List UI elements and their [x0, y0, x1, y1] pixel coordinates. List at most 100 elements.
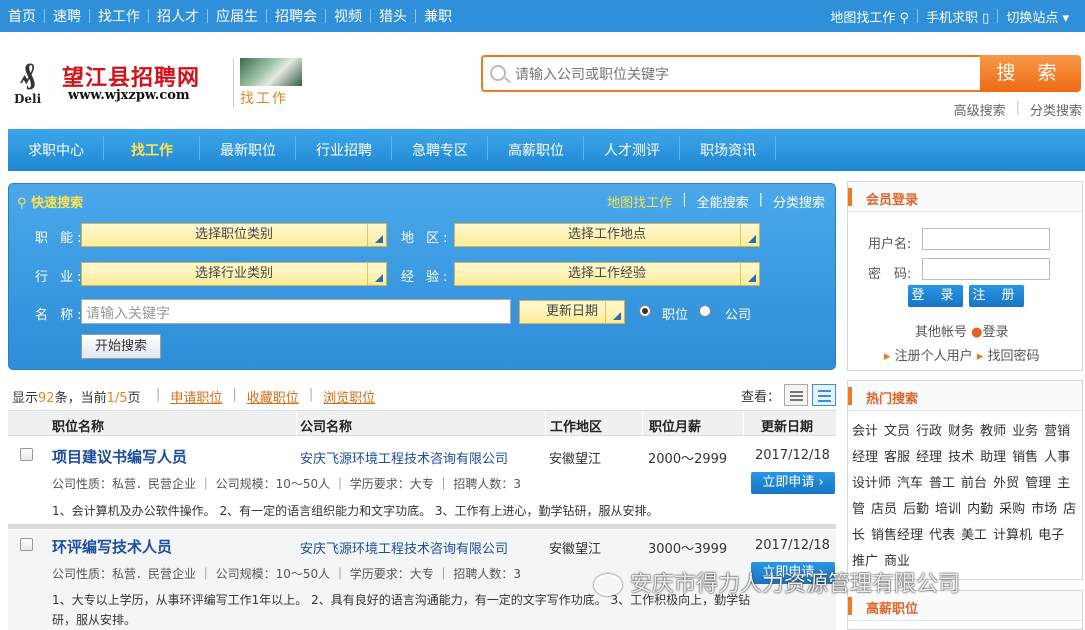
hot-word[interactable]: 店员 [871, 502, 897, 517]
hot-word[interactable]: 前台 [961, 476, 987, 491]
hot-words: 会计 文员 行政 财务 教师 业务 营销经理 客服 经理 技术 助理 销售 人事设计师 汽车 普工 前台 外贸管… [852, 419, 1080, 575]
hot-word[interactable]: 会计 [852, 424, 878, 439]
hot-word[interactable]: 设计师 [852, 476, 891, 491]
site-logo[interactable]: ₰ Deli 望江县招聘网 www.wjxzpw.com [14, 56, 234, 108]
nav-urgent[interactable]: 急聘专区 [392, 136, 488, 160]
register-personal-link[interactable]: 注册个人用户 [895, 349, 973, 364]
hot-word[interactable]: 经理 [852, 450, 878, 465]
browse-jobs-link[interactable]: 浏览职位 [323, 387, 375, 406]
start-search-button[interactable]: 开始搜索 [81, 334, 161, 359]
hot-word[interactable]: 普工 [929, 476, 955, 491]
hot-word[interactable]: 外贸 [993, 476, 1019, 491]
hot-word[interactable]: 内勤 [967, 502, 993, 517]
password-input[interactable] [922, 258, 1050, 280]
nav-find-job[interactable]: 找工作 [104, 136, 200, 160]
keyword-input[interactable]: 请输入关键字 [81, 299, 511, 324]
job-checkbox[interactable] [20, 538, 33, 551]
hot-word[interactable]: 代表 [929, 528, 955, 543]
area-select[interactable]: 选择工作地点 [454, 223, 760, 247]
hot-word[interactable]: 财务 [948, 424, 974, 439]
job-checkbox[interactable] [20, 448, 33, 461]
switch-site-label: 切换站点 [1006, 10, 1059, 26]
register-button[interactable]: 注 册 [969, 285, 1024, 307]
hot-word[interactable]: 后勤 [903, 502, 929, 517]
hot-word[interactable]: 文员 [884, 424, 910, 439]
nav-high-salary[interactable]: 高薪职位 [488, 136, 584, 160]
top-nav-recruit[interactable]: 招人才 [149, 6, 207, 26]
job-title-link[interactable]: 项目建议书编写人员 [52, 446, 187, 467]
top-nav-part-time[interactable]: 兼职 [416, 6, 460, 26]
hot-word[interactable]: 培训 [935, 502, 961, 517]
divider [545, 411, 546, 435]
top-nav-headhunter[interactable]: 猎头 [371, 6, 415, 26]
recover-password-link[interactable]: 找回密码 [988, 349, 1040, 364]
hot-word[interactable]: 市场 [1031, 502, 1057, 517]
top-nav-video[interactable]: 视频 [326, 6, 370, 26]
nav-latest-jobs[interactable]: 最新职位 [200, 136, 296, 160]
experience-select[interactable]: 选择工作经验 [454, 262, 760, 286]
nav-industry[interactable]: 行业招聘 [296, 136, 392, 160]
hot-word[interactable]: 教师 [980, 424, 1006, 439]
category-search-link[interactable]: 分类搜索 [773, 192, 825, 211]
hot-word[interactable]: 电子 [1038, 528, 1064, 543]
job-meta: 公司性质：私营．民营企业 ｜ 公司规模：10～50人 ｜ 学历要求：大专 ｜ 招… [52, 567, 522, 581]
job-meta: 公司性质：私营．民营企业 ｜ 公司规模：10～50人 ｜ 学历要求：大专 ｜ 招… [52, 477, 522, 491]
radio-job[interactable] [639, 305, 651, 317]
industry-select-value: 选择行业类别 [194, 266, 273, 281]
panel-title: 高薪职位 [866, 602, 919, 617]
top-nav-quick-hire[interactable]: 速聘 [45, 6, 89, 26]
hot-word[interactable]: 人事 [1044, 450, 1070, 465]
hot-word[interactable]: 计算机 [993, 528, 1032, 543]
top-nav-graduates[interactable]: 应届生 [208, 6, 266, 26]
switch-site-link[interactable]: 切换站点 ▾ [998, 7, 1077, 26]
divider [233, 58, 234, 108]
hot-word[interactable]: 技术 [948, 450, 974, 465]
nav-assessment[interactable]: 人才测评 [584, 136, 680, 160]
chevron-down-icon: ▾ [1062, 10, 1069, 26]
search-button[interactable]: 搜 索 [980, 55, 1081, 92]
list-view-icon[interactable] [784, 384, 808, 406]
hot-word[interactable]: 美工 [961, 528, 987, 543]
hot-word[interactable]: 汽车 [897, 476, 923, 491]
top-nav-job-fair[interactable]: 招聘会 [267, 6, 325, 26]
top-nav-home[interactable]: 首页 [0, 6, 44, 26]
top-nav-find-job[interactable]: 找工作 [90, 6, 148, 26]
company-link[interactable]: 安庆飞源环境工程技术咨询有限公司 [300, 538, 508, 557]
update-date-select[interactable]: 更新日期 [519, 300, 625, 324]
hot-word[interactable]: 管理 [1025, 476, 1051, 491]
category-search-link[interactable]: 分类搜索 [1030, 100, 1082, 119]
advanced-search-link[interactable]: 高级搜索 [954, 100, 1006, 119]
hot-word[interactable]: 营销 [1044, 424, 1070, 439]
divider: | [308, 387, 314, 402]
qq-login-link[interactable]: 登录 [983, 325, 1009, 340]
industry-select[interactable]: 选择行业类别 [81, 262, 387, 286]
nav-job-center[interactable]: 求职中心 [8, 136, 104, 160]
hot-word[interactable]: 采购 [999, 502, 1025, 517]
apply-now-button[interactable]: 立即申请 › [751, 472, 835, 494]
hot-word[interactable]: 销售 [1012, 450, 1038, 465]
hot-word[interactable]: 业务 [1012, 424, 1038, 439]
hot-word[interactable]: 销售经理 [871, 528, 923, 543]
divider [296, 411, 297, 435]
radio-company[interactable] [699, 305, 711, 317]
hot-word[interactable]: 行政 [916, 424, 942, 439]
hot-word[interactable]: 客服 [884, 450, 910, 465]
map-job-link[interactable]: 地图找工作 ⚲ [822, 7, 917, 26]
function-select[interactable]: 选择职位类别 [81, 223, 387, 247]
map-search-link[interactable]: 地图找工作 [607, 192, 672, 211]
username-input[interactable] [922, 228, 1050, 250]
search-input[interactable] [515, 65, 965, 85]
hot-search-panel: 热门搜索 会计 文员 行政 财务 教师 业务 营销经理 客服 经理 技术 助理 销售 人事设计师 汽车 普工… [847, 380, 1083, 580]
favorite-jobs-link[interactable]: 收藏职位 [247, 387, 299, 406]
mobile-job-link[interactable]: 手机求职 ▯ [918, 7, 997, 26]
job-title-link[interactable]: 环评编写技术人员 [52, 536, 172, 557]
apply-jobs-link[interactable]: 申请职位 [170, 387, 222, 406]
detail-view-icon[interactable] [812, 384, 836, 406]
full-search-link[interactable]: 全能搜索 [697, 192, 749, 211]
hot-word[interactable]: 经理 [916, 450, 942, 465]
hot-word[interactable]: 助理 [980, 450, 1006, 465]
login-button[interactable]: 登 录 [908, 285, 963, 307]
chevron-right-icon: › [818, 475, 824, 490]
nav-career-news[interactable]: 职场资讯 [680, 136, 776, 160]
company-link[interactable]: 安庆飞源环境工程技术咨询有限公司 [300, 448, 508, 467]
